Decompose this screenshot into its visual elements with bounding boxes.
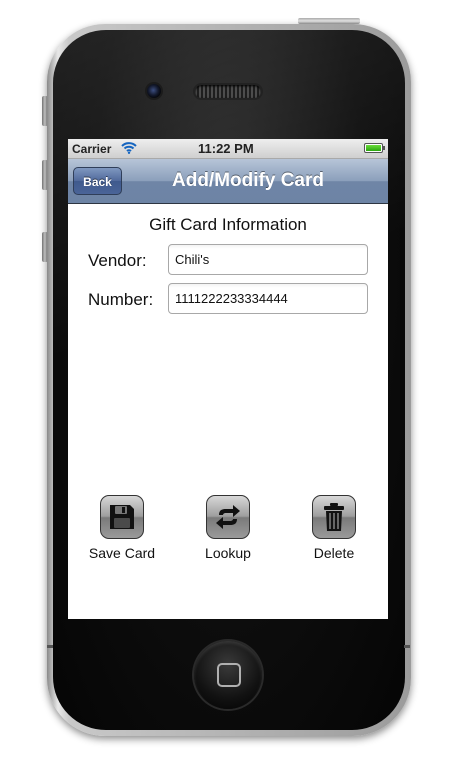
front-camera (147, 84, 161, 98)
clock: 11:22 PM (198, 141, 254, 156)
back-button[interactable]: Back (73, 167, 122, 195)
home-square-icon (217, 663, 241, 687)
navigation-bar: Back Add/Modify Card (68, 159, 388, 204)
refresh-arrows-icon (206, 495, 250, 539)
status-bar: Carrier 11:22 PM (68, 139, 388, 159)
carrier-label: Carrier (72, 142, 112, 156)
home-button[interactable] (194, 641, 262, 709)
floppy-disk-icon (100, 495, 144, 539)
battery-tip (383, 146, 385, 150)
save-card-label: Save Card (88, 545, 156, 561)
vendor-field[interactable] (168, 244, 368, 275)
battery-icon (364, 143, 385, 153)
battery-fill (366, 145, 381, 151)
page-title: Add/Modify Card (172, 170, 324, 191)
card-number-field[interactable] (168, 283, 368, 314)
earpiece-speaker (195, 85, 261, 98)
save-card-button[interactable]: Save Card (82, 495, 162, 561)
antenna-band-left (47, 645, 53, 648)
screen: Carrier 11:22 PM Back Add/Modify Card Gi… (68, 139, 388, 619)
wifi-icon (121, 142, 137, 154)
lookup-button[interactable]: Lookup (188, 495, 268, 561)
delete-button[interactable]: Delete (294, 495, 374, 561)
number-label: Number: (88, 290, 154, 309)
trash-can-icon (312, 495, 356, 539)
antenna-band-right (404, 645, 410, 648)
delete-label: Delete (313, 545, 355, 561)
lookup-label: Lookup (205, 545, 251, 561)
vendor-label: Vendor: (88, 251, 147, 270)
section-title: Gift Card Information (149, 215, 307, 234)
